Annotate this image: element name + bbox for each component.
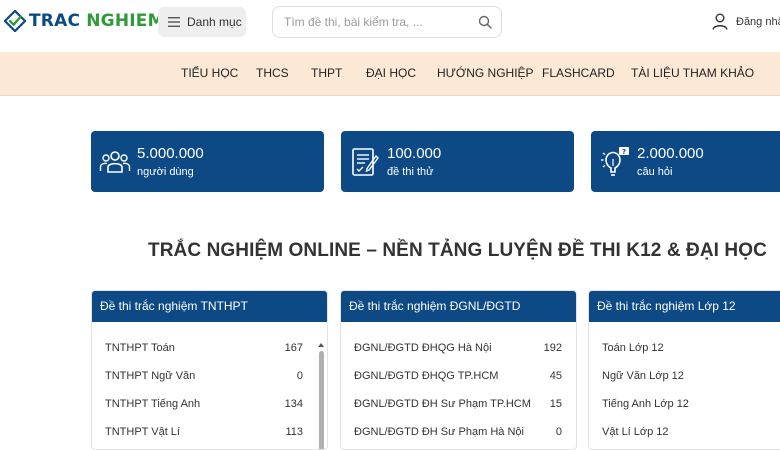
list-item[interactable]: ĐGNL/ĐGTD ĐH Sư Phạm Hà Nội (354, 426, 524, 438)
card-dgnl: Đề thi trắc nghiệm ĐGNL/ĐGTD ĐGNL/ĐGTD Đ… (340, 290, 577, 450)
card-tnthpt: Đề thi trắc nghiệm TNTHPT TNTHPT Toán 16… (91, 290, 328, 450)
users-icon (99, 151, 131, 173)
search-box (272, 6, 502, 38)
nav-item-thcs[interactable]: THCS (256, 66, 289, 80)
card-lop-12-title: Đề thi trắc nghiệm Lớp 12 (589, 291, 780, 322)
logo-text-accent: NGHIEM (86, 11, 165, 31)
nav-item-tai-lieu[interactable]: TÀI LIỆU THAM KHẢO (631, 66, 754, 80)
stat-users-value: 5.000.000 (137, 145, 204, 162)
stat-questions-label: câu hỏi (637, 166, 673, 178)
list-item[interactable]: ĐGNL/ĐGTD ĐHQG TP.HCM (354, 370, 498, 382)
hamburger-icon (168, 17, 180, 27)
list-item[interactable]: ĐGNL/ĐGTD ĐH Sư Phạm TP.HCM (354, 398, 531, 410)
stat-users: 5.000.000 người dùng (91, 131, 324, 192)
card-tnthpt-title: Đề thi trắc nghiệm TNTHPT (92, 291, 327, 322)
list-item-count: 0 (296, 370, 303, 382)
list-item-count: 134 (284, 398, 303, 410)
nav-item-tieu-hoc[interactable]: TIỂU HỌC (181, 66, 238, 80)
stat-questions-value: 2.000.000 (637, 145, 704, 162)
stat-questions: ? 2.000.000 câu hỏi (591, 131, 780, 192)
search-icon[interactable] (478, 15, 492, 29)
main-nav: TIỂU HỌC THCS THPT ĐẠI HỌC HƯỚNG NGHIỆP … (0, 52, 780, 96)
logo-text: TRAC NGHIEM (29, 11, 165, 31)
scrollbar-thumb[interactable] (319, 351, 324, 449)
category-menu-label: Danh mục (187, 15, 242, 29)
nav-item-thpt[interactable]: THPT (311, 66, 342, 80)
list-item[interactable]: TNTHPT Ngữ Văn (105, 370, 195, 382)
stat-exams-label: đề thi thử (387, 166, 434, 178)
list-item-count: 113 (285, 426, 303, 438)
lightbulb-question-icon: ? (601, 147, 629, 176)
list-item[interactable]: TNTHPT Vật Lí (105, 426, 180, 438)
search-input[interactable] (273, 7, 463, 37)
login-label: Đăng nhập (736, 15, 780, 28)
list-item[interactable]: ĐGNL/ĐGTD ĐHQG Hà Nội (354, 342, 492, 354)
login-link[interactable]: Đăng nhập (712, 13, 780, 30)
list-item[interactable]: Vật Lí Lớp 12 (602, 426, 669, 438)
page-title: TRẮC NGHIỆM ONLINE – NỀN TẢNG LUYỆN ĐỀ T… (148, 240, 767, 261)
site-logo[interactable]: TRAC NGHIEM (4, 10, 165, 32)
nav-item-flashcard[interactable]: FLASHCARD (542, 66, 615, 80)
exam-sheet-icon (352, 148, 379, 176)
list-item[interactable]: Tiếng Anh Lớp 12 (602, 398, 689, 410)
nav-item-dai-hoc[interactable]: ĐẠI HỌC (366, 66, 416, 80)
list-item-count: 167 (284, 342, 303, 354)
logo-text-main: TRAC (29, 11, 81, 31)
nav-item-huong-nghiep[interactable]: HƯỚNG NGHIỆP (437, 66, 534, 80)
card-dgnl-title: Đề thi trắc nghiệm ĐGNL/ĐGTD (341, 291, 576, 322)
category-menu-button[interactable]: Danh mục (158, 7, 246, 37)
list-item[interactable]: TNTHPT Toán (105, 342, 175, 354)
stat-exams-value: 100.000 (387, 145, 442, 162)
scroll-up-arrow-icon[interactable] (318, 343, 324, 347)
list-item-count: 192 (543, 342, 562, 354)
list-item[interactable]: Ngữ Văn Lớp 12 (602, 370, 684, 382)
user-icon (712, 13, 728, 30)
card-lop-12: Đề thi trắc nghiệm Lớp 12 Toán Lớp 12 Ng… (588, 290, 780, 450)
list-item[interactable]: Toán Lớp 12 (602, 342, 664, 354)
list-item-count: 45 (549, 370, 562, 382)
stat-exams: 100.000 đề thi thử (341, 131, 574, 192)
logo-check-icon (4, 10, 26, 32)
list-item-count: 15 (549, 398, 562, 410)
svg-text:?: ? (622, 148, 626, 156)
stat-users-label: người dùng (137, 166, 194, 178)
top-header: TRAC NGHIEM Danh mục Đăng nhập (0, 0, 780, 52)
list-item-count: 0 (555, 426, 562, 438)
list-item[interactable]: TNTHPT Tiếng Anh (105, 398, 200, 410)
